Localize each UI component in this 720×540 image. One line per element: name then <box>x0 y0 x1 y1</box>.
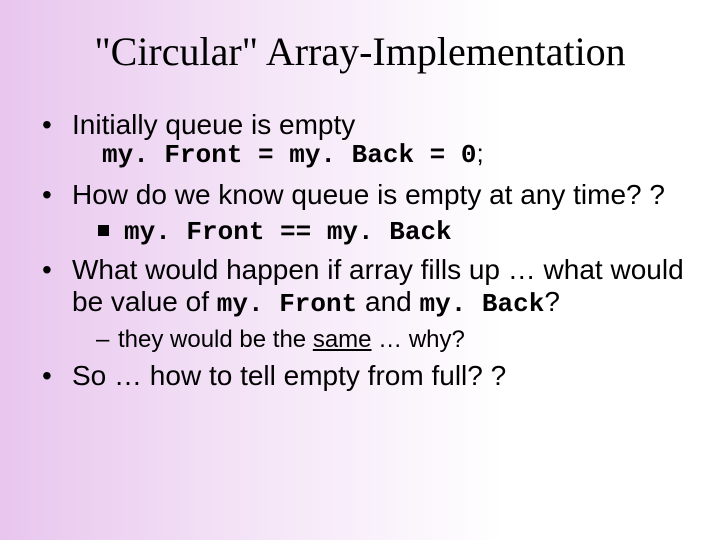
bullet-text: So … how to tell empty from full? ? <box>72 360 506 391</box>
sub-bullet-text: … why? <box>372 326 465 353</box>
code-text: my. Front <box>217 289 357 319</box>
sub-bullet-item: my. Front == my. Back <box>96 217 692 248</box>
code-text: my. Front == my. Back <box>124 217 452 247</box>
code-line: my. Front = my. Back = 0; <box>72 139 692 171</box>
underlined-text: same <box>313 326 372 353</box>
bullet-text: and <box>357 286 419 317</box>
bullet-text: Initially queue is empty <box>72 109 355 140</box>
bullet-item: Initially queue is empty my. Front = my.… <box>42 109 692 171</box>
code-text: my. Front = my. Back = 0 <box>102 140 476 170</box>
bullet-item: What would happen if array fills up … wh… <box>42 254 692 354</box>
sub-bullet-text: they would be the <box>118 326 313 353</box>
code-suffix: ; <box>476 138 483 168</box>
bullet-item: So … how to tell empty from full? ? <box>42 360 692 392</box>
slide-title: "Circular" Array-Implementation <box>28 28 692 75</box>
sub-bullet-item: they would be the same … why? <box>96 326 692 354</box>
bullet-item: How do we know queue is empty at any tim… <box>42 179 692 248</box>
bullet-text: How do we know queue is empty at any tim… <box>72 179 665 210</box>
bullet-text: ? <box>544 286 560 317</box>
code-text: my. Back <box>420 289 545 319</box>
bullet-list: Initially queue is empty my. Front = my.… <box>28 109 692 392</box>
